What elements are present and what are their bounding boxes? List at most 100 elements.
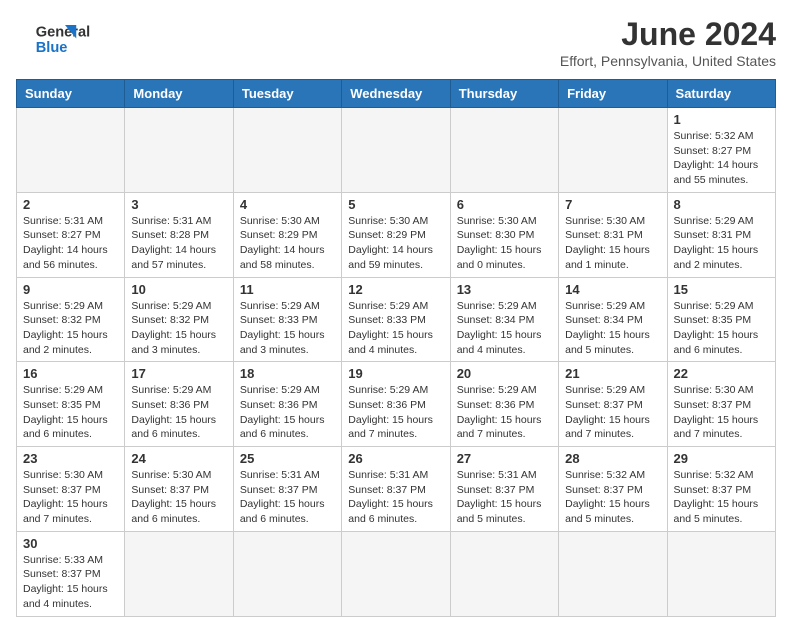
location-subtitle: Effort, Pennsylvania, United States <box>560 53 776 69</box>
calendar-cell: 9Sunrise: 5:29 AM Sunset: 8:32 PM Daylig… <box>17 277 125 362</box>
day-info: Sunrise: 5:29 AM Sunset: 8:37 PM Dayligh… <box>565 383 660 442</box>
day-number: 23 <box>23 451 118 466</box>
calendar-cell: 23 Sunrise: 5:30 AM Sunset: 8:37 PM Dayli… <box>17 447 125 532</box>
day-info: Sunrise: 5:30 AM Sunset: 8:30 PM Dayligh… <box>457 214 552 273</box>
calendar-cell: 27 Sunrise: 5:31 AM Sunset: 8:37 PM Dayli… <box>450 447 558 532</box>
day-number: 19 <box>348 366 443 381</box>
calendar-cell: 24 Sunrise: 5:30 AM Sunset: 8:37 PM Dayli… <box>125 447 233 532</box>
calendar-cell: 17 Sunrise: 5:29 AM Sunset: 8:36 PM Dayli… <box>125 362 233 447</box>
calendar-cell: 10 Sunrise: 5:29 AM Sunset: 8:32 PM Dayli… <box>125 277 233 362</box>
calendar-cell <box>233 531 341 616</box>
svg-text:Blue: Blue <box>36 40 68 56</box>
day-number: 14 <box>565 282 660 297</box>
day-number: 24 <box>131 451 226 466</box>
day-number: 27 <box>457 451 552 466</box>
calendar-cell <box>125 531 233 616</box>
day-number: 5 <box>348 197 443 212</box>
calendar-cell <box>559 108 667 193</box>
calendar-cell: 25Sunrise: 5:31 AM Sunset: 8:37 PM Dayli… <box>233 447 341 532</box>
calendar-cell: 12Sunrise: 5:29 AM Sunset: 8:33 PM Dayli… <box>342 277 450 362</box>
calendar-cell: 18 Sunrise: 5:29 AM Sunset: 8:36 PM Dayli… <box>233 362 341 447</box>
week-row-6: 30 Sunrise: 5:33 AM Sunset: 8:37 PM Dayli… <box>17 531 776 616</box>
weekday-header-wednesday: Wednesday <box>342 80 450 108</box>
day-number: 4 <box>240 197 335 212</box>
day-number: 18 <box>240 366 335 381</box>
week-row-4: 16 Sunrise: 5:29 AM Sunset: 8:35 PM Dayli… <box>17 362 776 447</box>
logo: General Blue <box>16 16 96 61</box>
svg-text:General: General <box>36 24 90 40</box>
day-number: 26 <box>348 451 443 466</box>
day-number: 11 <box>240 282 335 297</box>
day-info: Sunrise: 5:29 AM Sunset: 8:33 PM Dayligh… <box>348 299 443 358</box>
day-info: Sunrise: 5:33 AM Sunset: 8:37 PM Dayligh… <box>23 553 118 612</box>
day-number: 16 <box>23 366 118 381</box>
calendar-cell <box>450 531 558 616</box>
day-info: Sunrise: 5:29 AM Sunset: 8:35 PM Dayligh… <box>23 383 118 442</box>
calendar-cell <box>559 531 667 616</box>
calendar-cell: 3 Sunrise: 5:31 AM Sunset: 8:28 PM Daylig… <box>125 192 233 277</box>
day-number: 10 <box>131 282 226 297</box>
calendar-cell: 11 Sunrise: 5:29 AM Sunset: 8:33 PM Dayli… <box>233 277 341 362</box>
day-info: Sunrise: 5:29 AM Sunset: 8:34 PM Dayligh… <box>457 299 552 358</box>
day-info: Sunrise: 5:29 AM Sunset: 8:32 PM Dayligh… <box>23 299 118 358</box>
day-info: Sunrise: 5:31 AM Sunset: 8:27 PM Dayligh… <box>23 214 118 273</box>
title-block: June 2024 Effort, Pennsylvania, United S… <box>560 16 776 69</box>
calendar-cell: 16 Sunrise: 5:29 AM Sunset: 8:35 PM Dayli… <box>17 362 125 447</box>
day-number: 22 <box>674 366 769 381</box>
day-number: 6 <box>457 197 552 212</box>
day-info: Sunrise: 5:29 AM Sunset: 8:36 PM Dayligh… <box>457 383 552 442</box>
day-number: 8 <box>674 197 769 212</box>
week-row-1: 1Sunrise: 5:32 AM Sunset: 8:27 PM Daylig… <box>17 108 776 193</box>
day-info: Sunrise: 5:29 AM Sunset: 8:32 PM Dayligh… <box>131 299 226 358</box>
day-info: Sunrise: 5:32 AM Sunset: 8:37 PM Dayligh… <box>565 468 660 527</box>
calendar-cell: 6 Sunrise: 5:30 AM Sunset: 8:30 PM Daylig… <box>450 192 558 277</box>
day-info: Sunrise: 5:30 AM Sunset: 8:37 PM Dayligh… <box>23 468 118 527</box>
day-info: Sunrise: 5:30 AM Sunset: 8:37 PM Dayligh… <box>131 468 226 527</box>
day-number: 17 <box>131 366 226 381</box>
calendar-cell: 21 Sunrise: 5:29 AM Sunset: 8:37 PM Dayli… <box>559 362 667 447</box>
day-number: 3 <box>131 197 226 212</box>
week-row-5: 23 Sunrise: 5:30 AM Sunset: 8:37 PM Dayli… <box>17 447 776 532</box>
day-info: Sunrise: 5:30 AM Sunset: 8:31 PM Dayligh… <box>565 214 660 273</box>
calendar-cell: 2Sunrise: 5:31 AM Sunset: 8:27 PM Daylig… <box>17 192 125 277</box>
day-number: 30 <box>23 536 118 551</box>
weekday-header-tuesday: Tuesday <box>233 80 341 108</box>
day-info: Sunrise: 5:30 AM Sunset: 8:29 PM Dayligh… <box>348 214 443 273</box>
day-info: Sunrise: 5:29 AM Sunset: 8:33 PM Dayligh… <box>240 299 335 358</box>
week-row-3: 9Sunrise: 5:29 AM Sunset: 8:32 PM Daylig… <box>17 277 776 362</box>
calendar-cell: 28 Sunrise: 5:32 AM Sunset: 8:37 PM Dayli… <box>559 447 667 532</box>
calendar-table: SundayMondayTuesdayWednesdayThursdayFrid… <box>16 79 776 617</box>
calendar-cell: 14Sunrise: 5:29 AM Sunset: 8:34 PM Dayli… <box>559 277 667 362</box>
day-number: 21 <box>565 366 660 381</box>
week-row-2: 2Sunrise: 5:31 AM Sunset: 8:27 PM Daylig… <box>17 192 776 277</box>
day-info: Sunrise: 5:32 AM Sunset: 8:37 PM Dayligh… <box>674 468 769 527</box>
day-info: Sunrise: 5:29 AM Sunset: 8:36 PM Dayligh… <box>348 383 443 442</box>
calendar-cell: 4 Sunrise: 5:30 AM Sunset: 8:29 PM Daylig… <box>233 192 341 277</box>
weekday-header-friday: Friday <box>559 80 667 108</box>
weekday-header-sunday: Sunday <box>17 80 125 108</box>
day-info: Sunrise: 5:30 AM Sunset: 8:37 PM Dayligh… <box>674 383 769 442</box>
calendar-cell <box>125 108 233 193</box>
calendar-cell: 20 Sunrise: 5:29 AM Sunset: 8:36 PM Dayli… <box>450 362 558 447</box>
weekday-header-row: SundayMondayTuesdayWednesdayThursdayFrid… <box>17 80 776 108</box>
calendar-cell: 22 Sunrise: 5:30 AM Sunset: 8:37 PM Dayli… <box>667 362 775 447</box>
calendar-cell: 26Sunrise: 5:31 AM Sunset: 8:37 PM Dayli… <box>342 447 450 532</box>
day-number: 25 <box>240 451 335 466</box>
day-info: Sunrise: 5:31 AM Sunset: 8:28 PM Dayligh… <box>131 214 226 273</box>
day-number: 13 <box>457 282 552 297</box>
day-info: Sunrise: 5:29 AM Sunset: 8:36 PM Dayligh… <box>240 383 335 442</box>
day-number: 20 <box>457 366 552 381</box>
day-info: Sunrise: 5:30 AM Sunset: 8:29 PM Dayligh… <box>240 214 335 273</box>
day-number: 28 <box>565 451 660 466</box>
calendar-cell <box>17 108 125 193</box>
calendar-cell: 15Sunrise: 5:29 AM Sunset: 8:35 PM Dayli… <box>667 277 775 362</box>
day-info: Sunrise: 5:31 AM Sunset: 8:37 PM Dayligh… <box>457 468 552 527</box>
calendar-cell: 29 Sunrise: 5:32 AM Sunset: 8:37 PM Dayli… <box>667 447 775 532</box>
day-info: Sunrise: 5:29 AM Sunset: 8:35 PM Dayligh… <box>674 299 769 358</box>
weekday-header-thursday: Thursday <box>450 80 558 108</box>
day-info: Sunrise: 5:32 AM Sunset: 8:27 PM Dayligh… <box>674 129 769 188</box>
calendar-cell <box>667 531 775 616</box>
day-info: Sunrise: 5:29 AM Sunset: 8:36 PM Dayligh… <box>131 383 226 442</box>
day-number: 29 <box>674 451 769 466</box>
month-year-title: June 2024 <box>560 16 776 53</box>
